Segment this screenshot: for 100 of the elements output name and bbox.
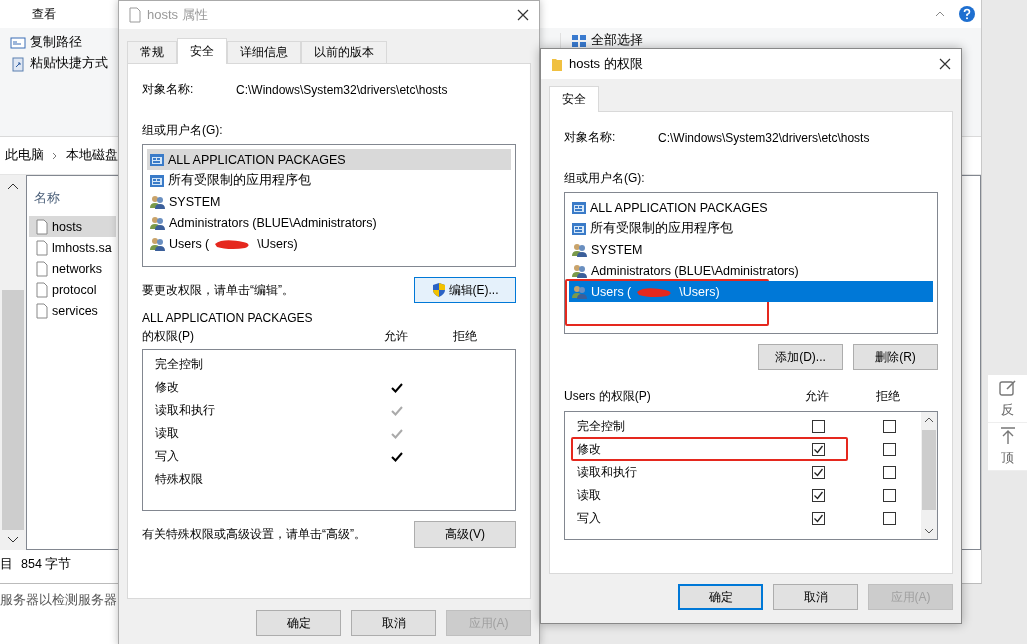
field-label: 对象名称:: [564, 129, 617, 146]
ribbon-button[interactable]: 复制路径: [10, 35, 82, 50]
remove-button[interactable]: 删除(R): [853, 344, 938, 370]
group-list-item[interactable]: Administrators (BLUE\Administrators): [147, 212, 511, 233]
checkbox[interactable]: [882, 489, 896, 502]
chevron-icon: [52, 151, 58, 160]
permission-name: 读取和执行: [576, 464, 638, 481]
checkmark-icon: [812, 467, 824, 478]
permission-name: 写入: [154, 448, 180, 465]
body-text: 服务器以检测服务器: [0, 592, 118, 609]
column-header[interactable]: 名称: [29, 180, 60, 216]
help-icon[interactable]: [959, 6, 975, 22]
permission-name: 写入: [576, 510, 602, 527]
field-label: Users 的权限(P): [564, 388, 652, 405]
permission-name: 读取和执行: [154, 402, 216, 419]
file-icon: [36, 218, 48, 235]
users-icon: [571, 241, 588, 258]
file-icon: [36, 302, 48, 319]
permission-name: 修改: [154, 379, 180, 396]
dialog-button[interactable]: 确定: [256, 610, 341, 636]
scrollbar[interactable]: [921, 412, 937, 539]
dialog-tab[interactable]: 详细信息: [227, 41, 301, 63]
group-list-item[interactable]: SYSTEM: [569, 239, 933, 260]
checkbox[interactable]: [882, 466, 896, 479]
permission-name: 完全控制: [154, 356, 204, 373]
checkbox[interactable]: [882, 443, 896, 456]
checkbox[interactable]: [811, 420, 825, 433]
file-icon: [129, 7, 141, 23]
package-icon: [571, 199, 587, 216]
dialog-button[interactable]: 确定: [678, 584, 763, 610]
side-button[interactable]: 顶: [988, 423, 1027, 471]
file-item[interactable]: lmhosts.sa: [29, 237, 116, 258]
edit-button[interactable]: 编辑(E)...: [414, 277, 516, 303]
ribbon-button[interactable]: 粘贴快捷方式: [10, 56, 108, 71]
package-icon: [571, 220, 587, 237]
field-label: 的权限(P): [142, 328, 195, 345]
column-header: 允许: [383, 328, 409, 345]
scrollbar[interactable]: [0, 175, 26, 550]
copy-path-icon: [10, 35, 26, 50]
ribbon-tab[interactable]: 查看: [32, 5, 56, 23]
permission-name: 读取: [576, 487, 602, 504]
column-header: 允许: [804, 388, 830, 405]
dialog-tab[interactable]: 安全: [177, 38, 227, 64]
users-icon: [571, 283, 588, 300]
close-icon[interactable]: [517, 9, 529, 21]
edit-icon: [998, 378, 1017, 397]
group-list-item[interactable]: Administrators (BLUE\Administrators): [569, 260, 933, 281]
users-icon: [571, 262, 588, 279]
file-item[interactable]: services: [29, 300, 116, 321]
permission-name: 完全控制: [576, 418, 626, 435]
group-list-item[interactable]: SYSTEM: [147, 191, 511, 212]
file-item[interactable]: hosts: [29, 216, 116, 237]
side-button[interactable]: 反: [988, 375, 1027, 423]
permission-name: 修改: [576, 441, 602, 458]
file-icon: [36, 260, 48, 277]
dialog-tab[interactable]: 以前的版本: [301, 41, 387, 63]
dialog-tab[interactable]: 常规: [127, 41, 177, 63]
ribbon-button[interactable]: 全部选择: [571, 33, 643, 48]
users-icon: [149, 235, 166, 252]
path-text: C:\Windows\System32\drivers\etc\hosts: [236, 82, 448, 97]
dialog-button[interactable]: 取消: [351, 610, 436, 636]
shield-icon: [431, 282, 446, 298]
group-list-item[interactable]: ALL APPLICATION PACKAGES: [147, 149, 511, 170]
file-item[interactable]: protocol: [29, 279, 116, 300]
close-icon[interactable]: [939, 58, 951, 70]
group-list-item[interactable]: 所有受限制的应用程序包: [569, 218, 933, 239]
field-label: 对象名称:: [142, 81, 195, 98]
add-button[interactable]: 添加(D)...: [758, 344, 843, 370]
checkbox[interactable]: [882, 420, 896, 433]
dialog-tab[interactable]: 安全: [549, 86, 599, 112]
checkmark-icon: [812, 490, 824, 501]
status-text: 854 字节: [21, 555, 72, 573]
file-icon: [36, 239, 48, 256]
breadcrumb-item[interactable]: 本地磁盘: [66, 147, 118, 164]
checkbox[interactable]: [811, 512, 825, 525]
path-text: C:\Windows\System32\drivers\etc\hosts: [658, 130, 870, 145]
file-item[interactable]: networks: [29, 258, 116, 279]
group-list-item[interactable]: Users ( \Users): [569, 281, 933, 302]
field-label: 组或用户名(G):: [564, 170, 645, 187]
hint-text: 要更改权限，请单击“编辑”。: [142, 281, 294, 299]
breadcrumb-item[interactable]: 此电脑: [5, 147, 44, 164]
users-icon: [149, 214, 166, 231]
checkbox[interactable]: [811, 443, 825, 456]
field-label: ALL APPLICATION PACKAGES: [142, 311, 313, 325]
checkbox[interactable]: [811, 489, 825, 502]
folder-icon: [551, 56, 563, 72]
checkbox[interactable]: [882, 512, 896, 525]
dialog-button[interactable]: 取消: [773, 584, 858, 610]
advanced-button[interactable]: 高级(V): [414, 521, 516, 548]
group-list-item[interactable]: 所有受限制的应用程序包: [147, 170, 511, 191]
group-list-item[interactable]: ALL APPLICATION PACKAGES: [569, 197, 933, 218]
collapse-caret-icon[interactable]: [935, 11, 945, 17]
users-icon: [149, 193, 166, 210]
permission-name: 读取: [154, 425, 180, 442]
checkbox[interactable]: [811, 466, 825, 479]
group-list-item[interactable]: Users ( \Users): [147, 233, 511, 254]
field-label: 组或用户名(G):: [142, 122, 223, 139]
window-title: hosts 属性: [147, 6, 209, 24]
checkmark-icon: [812, 444, 824, 455]
package-icon: [149, 172, 165, 189]
